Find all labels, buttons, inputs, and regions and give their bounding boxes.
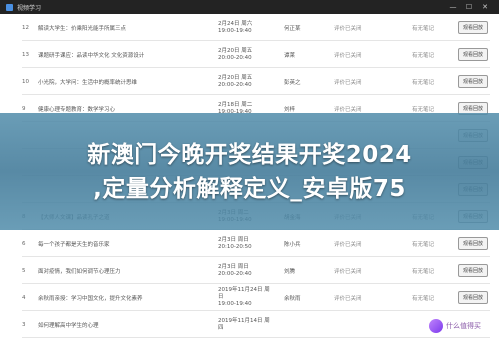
action-cell: 观看回放	[456, 284, 490, 311]
lesson-time: 2019年11月14日 周四	[218, 311, 272, 338]
action-cell: 观看回放	[456, 41, 490, 68]
watch-replay-button[interactable]: 观看回放	[457, 21, 488, 34]
watermark: 什么值得买	[429, 319, 481, 333]
row-index: 10	[22, 78, 29, 85]
lesson-time: 2月24日 周六 19:00-19:40	[218, 14, 272, 41]
row-index: 4	[22, 294, 26, 301]
lesson-teacher: 刘腾	[284, 268, 296, 275]
lesson-hours: 20:00-20:40	[218, 270, 252, 277]
evaluation-status	[334, 311, 384, 338]
lesson-hours: 19:00-19:40	[218, 27, 252, 34]
banner-line-2: ,定量分析解释定义_安卓版75	[93, 175, 406, 202]
lesson-title: 课题研手课应：品读中华文化 文化资源设计	[38, 52, 145, 59]
lesson-date: 2月20日 周五	[218, 47, 253, 54]
lesson-title: 解读大学生：价乘阳光能手所属三点	[38, 25, 127, 32]
evaluation-status: 评价已关闭	[334, 25, 362, 32]
lesson-time: 2月20日 周五 20:00-20:40	[218, 41, 272, 68]
watch-replay-button[interactable]: 观看回放	[457, 264, 488, 277]
lesson-title: 如何理解高中学生的心理	[38, 322, 99, 329]
row-index: 13	[22, 51, 29, 58]
lesson-date: 2019年11月24日 周日	[218, 287, 270, 300]
lesson-teacher	[284, 311, 324, 338]
table-row: 12 解读大学生：价乘阳光能手所属三点 2月24日 周六 19:00-19:40 何正某…	[22, 14, 490, 41]
watch-replay-button[interactable]: 观看回放	[457, 291, 488, 304]
evaluation-status: 评价已关闭	[334, 241, 362, 248]
lesson-date: 2月24日 周六	[218, 20, 253, 27]
lesson-hours: 19:00-19:40	[218, 301, 252, 307]
row-index: 12	[22, 24, 29, 31]
lesson-hours: 20:00-20:40	[218, 81, 252, 88]
table-row: 5 面对疫情，我们如何调节心理压力 2月3日 周日 20:00-20:40 刘腾 评价已关…	[22, 257, 490, 284]
note-status: 有无笔记	[412, 295, 435, 302]
note-status: 有无笔记	[412, 52, 435, 59]
lesson-time: 2月20日 周五 20:00-20:40	[218, 68, 272, 95]
action-cell: 观看回放	[456, 257, 490, 284]
minimize-icon[interactable]: —	[445, 3, 461, 11]
lesson-teacher: 何正某	[284, 25, 301, 32]
lesson-teacher: 陈小兵	[284, 241, 301, 248]
lesson-date: 2月3日 周日	[218, 236, 249, 243]
window-titlebar: 视频学习 — ☐ ✕	[0, 0, 499, 14]
banner-line-1: 新澳门今晚开奖结果开奖2024	[87, 141, 412, 168]
note-status: 有无笔记	[412, 241, 435, 248]
evaluation-status: 评价已关闭	[334, 268, 362, 275]
note-status: 有无笔记	[412, 79, 435, 86]
window-title: 视频学习	[17, 4, 42, 12]
watch-replay-button[interactable]: 观看回放	[457, 48, 488, 61]
lesson-date: 2月3日 周日	[218, 263, 249, 270]
table-row: 3 如何理解高中学生的心理 2019年11月14日 周四	[22, 311, 490, 338]
table-row: 4 余秋雨亲授：学习中国文化，提升文化素养 2019年11月24日 周日 19:00-…	[22, 284, 490, 311]
overlay-banner: 新澳门今晚开奖结果开奖2024 ,定量分析解释定义_安卓版75	[0, 113, 499, 230]
evaluation-status: 评价已关闭	[334, 52, 362, 59]
watermark-logo-icon	[429, 319, 443, 333]
table-row: 13 课题研手课应：品读中华文化 文化资源设计 2月20日 周五 20:00-20:4…	[22, 41, 490, 68]
lesson-title: 每一个孩子都是天生的音乐家	[38, 241, 110, 248]
action-cell: 观看回放	[456, 14, 490, 41]
lesson-time: 2019年11月24日 周日 19:00-19:40	[218, 284, 272, 311]
row-index: 3	[22, 321, 26, 328]
lesson-title: 小光院，大学问：生活中的概率统计思维	[38, 79, 138, 86]
lesson-title: 面对疫情，我们如何调节心理压力	[38, 268, 121, 275]
lesson-date: 2月18日 周二	[218, 101, 253, 108]
lesson-date: 2月20日 周五	[218, 74, 253, 81]
table-row: 10 小光院，大学问：生活中的概率统计思维 2月20日 周五 20:00-20:40 彭…	[22, 68, 490, 95]
lesson-hours: 20:00-20:40	[218, 54, 252, 61]
watch-replay-button[interactable]: 观看回放	[457, 237, 488, 250]
row-index: 6	[22, 240, 26, 247]
note-status: 有无笔记	[412, 268, 435, 275]
table-row: 6 每一个孩子都是天生的音乐家 2月3日 周日 20:10-20:50 陈小兵 评价已关闭…	[22, 230, 490, 257]
app-icon	[6, 3, 13, 11]
watermark-text: 什么值得买	[446, 322, 481, 330]
action-cell: 观看回放	[456, 68, 490, 95]
lesson-teacher: 彭英之	[284, 79, 301, 86]
lesson-teacher: 谭莱	[284, 52, 296, 59]
lesson-date: 2019年11月14日 周四	[218, 317, 270, 331]
maximize-icon[interactable]: ☐	[461, 3, 477, 11]
lesson-hours: 20:10-20:50	[218, 243, 252, 250]
row-index: 5	[22, 267, 26, 274]
lesson-time: 2月3日 周日 20:10-20:50	[218, 230, 272, 257]
lesson-title: 余秋雨亲授：学习中国文化，提升文化素养	[38, 295, 143, 302]
close-icon[interactable]: ✕	[477, 3, 493, 11]
note-status: 有无笔记	[412, 25, 435, 32]
watch-replay-button[interactable]: 观看回放	[457, 75, 488, 88]
evaluation-status: 评价已关闭	[334, 79, 362, 86]
evaluation-status: 评价已关闭	[334, 295, 362, 302]
action-cell: 观看回放	[456, 230, 490, 257]
lesson-time: 2月3日 周日 20:00-20:40	[218, 257, 272, 284]
lesson-teacher: 余秋雨	[284, 295, 301, 302]
